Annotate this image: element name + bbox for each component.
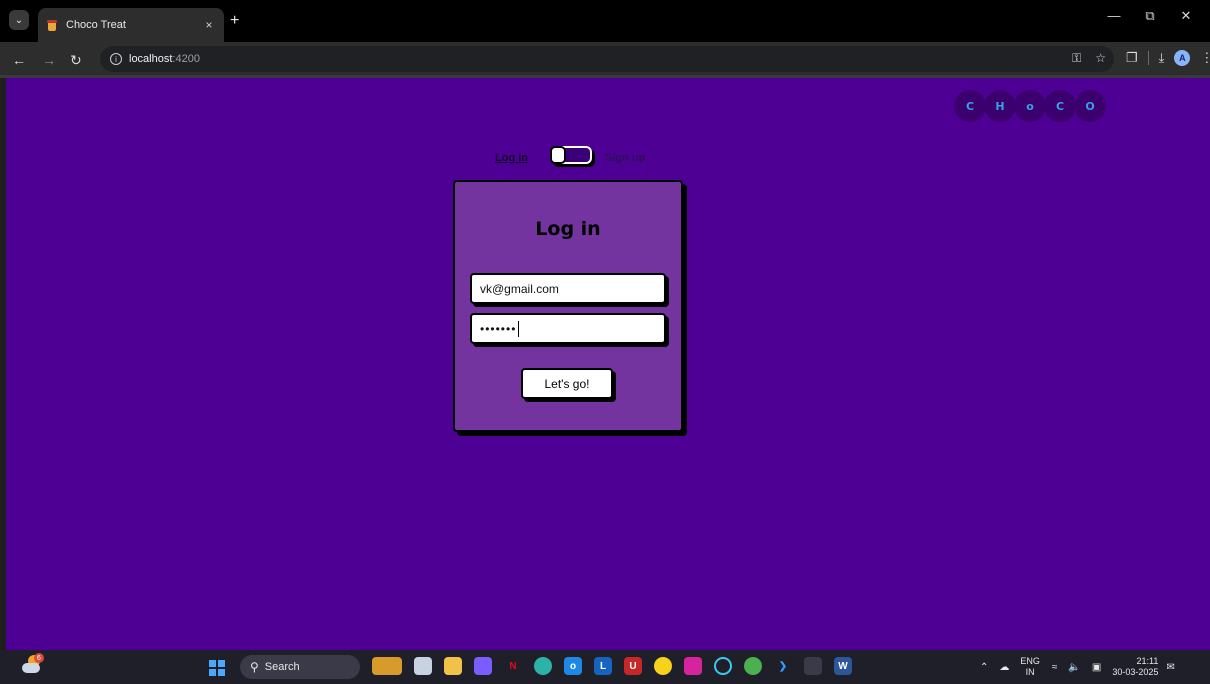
notification-icon[interactable]: ✉ xyxy=(1166,662,1174,673)
logo-letter: H xyxy=(984,90,1016,122)
toggle-knob[interactable] xyxy=(550,146,566,164)
logo-letter: o xyxy=(1014,90,1046,122)
instagram-icon[interactable] xyxy=(684,657,702,675)
password-value: ••••••• xyxy=(480,321,517,336)
windows-taskbar: 6 ⚲ Search N o L U ❯ W ⌃ ☁ ENG IN ≈ 🔈 ▣ xyxy=(0,650,1210,684)
terminal-icon[interactable] xyxy=(804,657,822,675)
address-bar[interactable]: i localhost :4200 ⚿ ☆ xyxy=(100,46,1114,72)
choco-logo: C H o C O xyxy=(954,90,1106,122)
widgets-app-icon[interactable] xyxy=(372,657,402,675)
logo-letter: C xyxy=(954,90,986,122)
puzzle-icon[interactable]: ❐ xyxy=(1126,50,1138,66)
auth-mode-switch: Log in Sign up xyxy=(495,146,655,170)
tab-close-icon[interactable]: × xyxy=(202,18,216,32)
search-icon: ⚲ xyxy=(250,660,259,674)
battery-icon[interactable]: ▣ xyxy=(1092,662,1101,673)
weather-badge: 6 xyxy=(34,653,44,663)
outlook-icon[interactable]: o xyxy=(564,657,582,675)
url-host: localhost xyxy=(129,53,173,65)
restore-icon[interactable]: ⧉ xyxy=(1132,8,1168,24)
key-icon[interactable]: ⚿ xyxy=(1072,51,1081,66)
profile-avatar[interactable]: A xyxy=(1174,50,1191,66)
password-field[interactable]: ••••••• xyxy=(470,313,666,344)
back-icon[interactable]: ← xyxy=(12,52,26,68)
weather-widget-icon[interactable]: 6 xyxy=(22,653,44,677)
submit-button[interactable]: Let's go! xyxy=(521,368,613,399)
text-caret xyxy=(518,320,520,337)
close-window-icon[interactable]: ✕ xyxy=(1168,8,1204,24)
cloud-icon[interactable]: ☁ xyxy=(999,662,1009,673)
signup-mode-label[interactable]: Sign up xyxy=(605,152,645,164)
linkedin-icon[interactable]: L xyxy=(594,657,612,675)
windows-start-icon[interactable] xyxy=(209,660,225,676)
edge-icon[interactable] xyxy=(534,657,552,675)
system-tray: ⌃ ☁ ENG IN ≈ 🔈 ▣ 21:11 30-03-2025 ✉ xyxy=(980,656,1186,678)
netflix-icon[interactable]: N xyxy=(504,657,522,675)
file-explorer-icon[interactable] xyxy=(444,657,462,675)
cortana-icon[interactable] xyxy=(714,657,732,675)
email-field[interactable]: vk@gmail.com xyxy=(470,273,666,304)
browser-toolbar: ← → ↻ i localhost :4200 ⚿ ☆ xyxy=(0,42,1210,78)
star-icon[interactable]: ☆ xyxy=(1095,51,1106,66)
forward-icon[interactable]: → xyxy=(42,52,56,68)
url-port: :4200 xyxy=(172,53,200,65)
auth-toggle[interactable] xyxy=(550,146,592,164)
wifi-icon[interactable]: ≈ xyxy=(1052,662,1058,673)
logo-letter: O xyxy=(1074,90,1106,122)
copilot-icon[interactable] xyxy=(474,657,492,675)
page-body: C H o C O Log in Sign up Log in vk@gmail… xyxy=(6,78,1210,650)
language-bottom: IN xyxy=(1025,667,1035,677)
minimize-icon[interactable]: — xyxy=(1096,8,1132,24)
volume-icon[interactable]: 🔈 xyxy=(1068,662,1080,673)
login-mode-label[interactable]: Log in xyxy=(495,152,528,164)
logo-letter: C xyxy=(1044,90,1076,122)
snapchat-icon[interactable] xyxy=(654,657,672,675)
language-top: ENG xyxy=(1020,656,1040,666)
mcafee-icon[interactable]: U xyxy=(624,657,642,675)
word-icon[interactable]: W xyxy=(834,657,852,675)
download-icon[interactable]: ⤓ xyxy=(1159,50,1165,66)
clock-time: 21:11 xyxy=(1136,656,1159,666)
login-card: Log in vk@gmail.com ••••••• Let's go! xyxy=(453,180,683,432)
kebab-icon[interactable]: ⋮ xyxy=(1200,50,1210,66)
reload-icon[interactable]: ↻ xyxy=(70,52,82,68)
task-view-icon[interactable] xyxy=(414,657,432,675)
window-controls: — ⧉ ✕ xyxy=(1096,8,1204,24)
chevron-up-icon[interactable]: ⌃ xyxy=(980,662,988,673)
toolbar-separator xyxy=(1147,51,1149,65)
clock-date: 30-03-2025 xyxy=(1112,667,1159,677)
browser-tab-strip: ⌄ Choco Treat × + — ⧉ ✕ xyxy=(0,0,1210,42)
tab-search-chevron-icon[interactable]: ⌄ xyxy=(9,10,29,30)
choco-favicon-icon xyxy=(46,19,58,31)
tab-choco-treat[interactable]: Choco Treat × xyxy=(38,8,224,42)
chrome-icon[interactable] xyxy=(744,657,762,675)
info-icon[interactable]: i xyxy=(110,53,122,65)
clock[interactable]: 21:11 30-03-2025 xyxy=(1112,656,1158,678)
taskbar-apps: N o L U ❯ W xyxy=(372,657,864,675)
tab-title: Choco Treat xyxy=(66,19,126,31)
search-label: Search xyxy=(264,661,300,673)
taskbar-search[interactable]: ⚲ Search xyxy=(240,655,360,679)
toolbar-extensions: ❐ ⤓ A ⋮ xyxy=(1126,50,1210,66)
vscode-icon[interactable]: ❯ xyxy=(774,657,792,675)
email-value: vk@gmail.com xyxy=(480,281,559,296)
login-title: Log in xyxy=(535,218,601,240)
new-tab-button[interactable]: + xyxy=(230,13,239,29)
language-indicator[interactable]: ENG IN xyxy=(1020,656,1040,678)
